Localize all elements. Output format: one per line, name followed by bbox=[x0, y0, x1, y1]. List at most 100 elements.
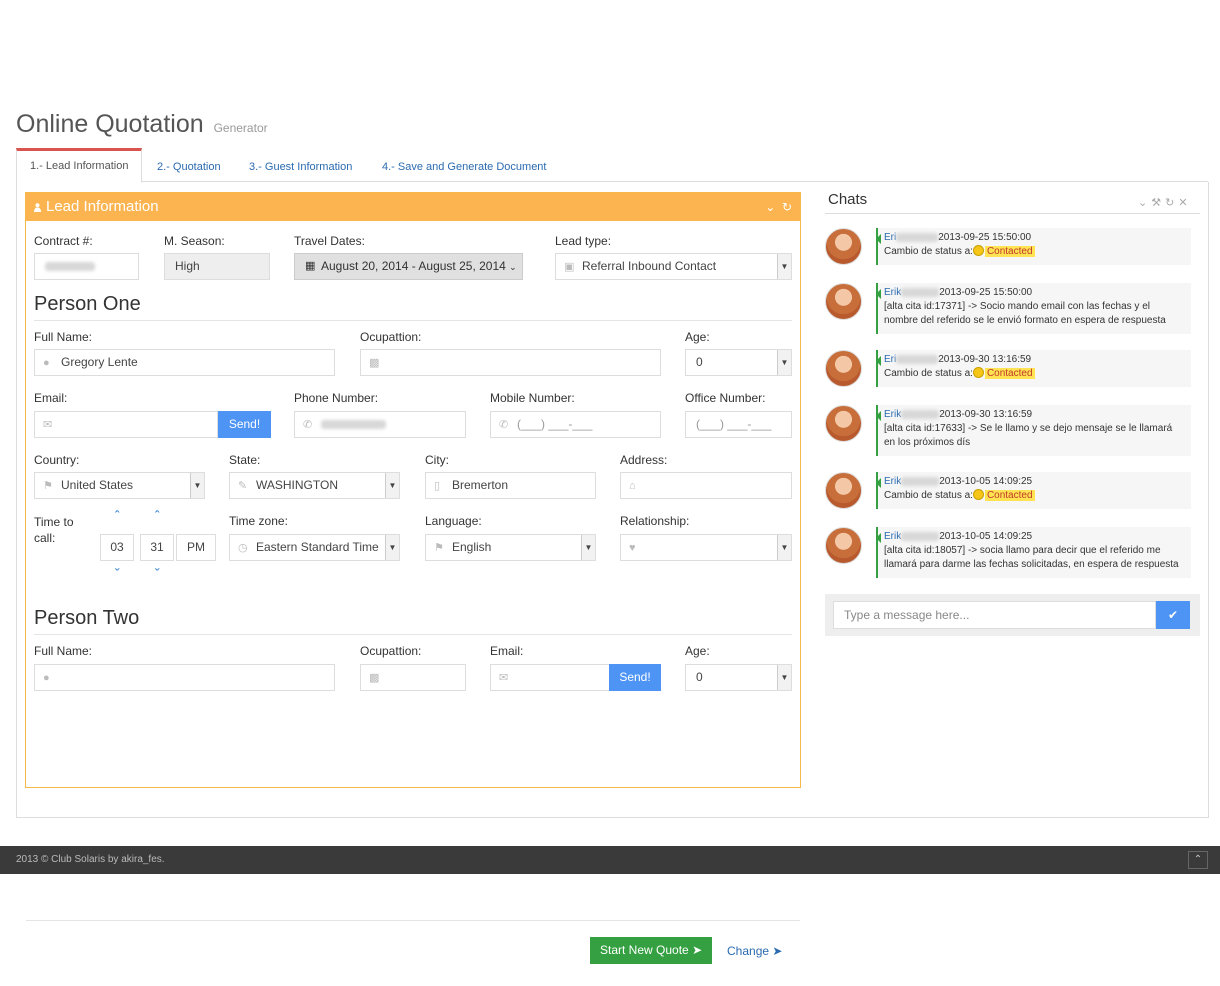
form-actions: Start New Quote ➤ Change ➤ bbox=[26, 920, 800, 964]
minute-up-icon[interactable]: ˆ bbox=[150, 509, 164, 522]
arrow-right-circle-icon: ➤ bbox=[692, 943, 703, 957]
season-field: High bbox=[164, 253, 270, 280]
scroll-top-button[interactable]: ⌃ bbox=[1188, 851, 1208, 869]
p1-time-label: Time to call: bbox=[34, 515, 74, 545]
tab-guest-information[interactable]: 3.- Guest Information bbox=[236, 148, 365, 182]
arrow-right-circle-icon: ➤ bbox=[772, 944, 783, 958]
p1-timezone-select[interactable]: ◷ Eastern Standard Time ▼ bbox=[229, 534, 400, 561]
person-one-heading: Person One bbox=[34, 293, 141, 315]
divider bbox=[34, 320, 792, 321]
send-message-button[interactable]: ✔ bbox=[1156, 601, 1190, 629]
p1-city-input[interactable]: ▯ Bremerton bbox=[425, 472, 596, 499]
dropdown-arrow-icon: ▼ bbox=[385, 535, 399, 560]
lead-type-select[interactable]: ▣ Referral Inbound Contact ▼ bbox=[555, 253, 792, 280]
dropdown-arrow-icon: ▼ bbox=[385, 473, 399, 498]
calendar-icon: ▦ bbox=[305, 260, 316, 272]
p1-mobile-label: Mobile Number: bbox=[490, 391, 575, 405]
flag-icon: ⚑ bbox=[434, 542, 444, 554]
avatar bbox=[825, 472, 862, 509]
tab-save-generate[interactable]: 4.- Save and Generate Document bbox=[369, 148, 559, 182]
p2-send-email-button[interactable]: Send! bbox=[609, 664, 661, 691]
chat-message-input[interactable]: Type a message here... bbox=[833, 601, 1156, 629]
p2-fullname-input[interactable]: ● bbox=[34, 664, 335, 691]
p1-address-label: Address: bbox=[620, 453, 668, 467]
page-subtitle: Generator bbox=[213, 121, 268, 135]
tab-lead-information[interactable]: 1.- Lead Information bbox=[16, 148, 143, 183]
briefcase-icon: ▩ bbox=[369, 357, 380, 369]
minute-input[interactable]: 31 bbox=[140, 534, 174, 561]
p2-occupation-input[interactable]: ▩ bbox=[360, 664, 466, 691]
p1-language-select[interactable]: ⚑ English ▼ bbox=[425, 534, 596, 561]
travel-dates-label: Travel Dates: bbox=[294, 234, 365, 248]
refresh-icon[interactable]: ↻ bbox=[782, 200, 792, 214]
panel-title: Lead Information bbox=[46, 198, 159, 215]
p1-office-label: Office Number: bbox=[685, 391, 766, 405]
tab-quotation[interactable]: 2.- Quotation bbox=[144, 148, 234, 182]
contract-label: Contract #: bbox=[34, 234, 93, 248]
chats-title: Chats bbox=[828, 191, 868, 208]
p2-age-select[interactable]: 0 ▼ bbox=[685, 664, 792, 691]
refresh-icon[interactable]: ↻ bbox=[1165, 197, 1178, 209]
collapse-icon[interactable]: ⌄ bbox=[1138, 197, 1151, 209]
p2-email-input[interactable]: ✉ bbox=[490, 664, 610, 691]
panel-header: Lead Information ⌄ ↻ bbox=[26, 193, 800, 221]
chat-message: Eri 2013-09-30 13:16:59 Cambio de status a… bbox=[825, 350, 1191, 390]
p1-fullname-label: Full Name: bbox=[34, 330, 93, 344]
p1-fullname-input[interactable]: ● Gregory Lente bbox=[34, 349, 335, 376]
chat-author[interactable]: Eri bbox=[884, 354, 896, 365]
change-link[interactable]: Change ➤ bbox=[727, 944, 782, 958]
hour-up-icon[interactable]: ˆ bbox=[110, 509, 124, 522]
footer-copyright: 2013 © Club Solaris by akira_fes. bbox=[16, 854, 165, 865]
p1-relationship-select[interactable]: ♥ ▼ bbox=[620, 534, 792, 561]
contract-input[interactable] bbox=[34, 253, 139, 280]
chat-message: Erik 2013-09-25 15:50:00 [alta cita id:173… bbox=[825, 283, 1191, 334]
close-icon[interactable]: ✕ bbox=[1178, 197, 1191, 209]
phone-icon: ✆ bbox=[499, 419, 509, 431]
chat-message: Eri 2013-09-25 15:50:00 Cambio de status a… bbox=[825, 228, 1191, 268]
travel-dates-picker[interactable]: ▦ August 20, 2014 - August 25, 2014 ⌄ bbox=[294, 253, 523, 280]
p1-email-label: Email: bbox=[34, 391, 68, 405]
chat-author[interactable]: Eri bbox=[884, 232, 896, 243]
avatar bbox=[825, 527, 862, 564]
p1-age-select[interactable]: 0 ▼ bbox=[685, 349, 792, 376]
p1-office-input[interactable]: (___) ___-___ bbox=[685, 411, 792, 438]
p1-language-label: Language: bbox=[425, 514, 482, 528]
avatar bbox=[825, 283, 862, 320]
p1-mobile-input[interactable]: ✆ (___) ___-___ bbox=[490, 411, 661, 438]
avatar bbox=[825, 350, 862, 387]
flag-icon: ⚑ bbox=[43, 480, 53, 492]
chat-message: Erik 2013-10-05 14:09:25 Cambio de status … bbox=[825, 472, 1191, 512]
page-title: Online Quotation Generator bbox=[16, 110, 268, 138]
hour-input[interactable]: 03 bbox=[100, 534, 134, 561]
meridian-toggle[interactable]: PM bbox=[176, 534, 216, 561]
chat-author[interactable]: Erik bbox=[884, 409, 901, 420]
envelope-icon: ✉ bbox=[499, 672, 509, 684]
start-new-quote-button[interactable]: Start New Quote ➤ bbox=[590, 937, 713, 964]
p2-email-label: Email: bbox=[490, 644, 524, 658]
collapse-icon[interactable]: ⌄ bbox=[765, 200, 775, 214]
chevron-up-icon: ⌃ bbox=[1193, 854, 1203, 865]
user-icon: ● bbox=[43, 357, 50, 369]
minute-down-icon[interactable]: ˇ bbox=[150, 567, 164, 580]
chat-author[interactable]: Erik bbox=[884, 287, 901, 298]
p1-phone-input[interactable]: ✆ bbox=[294, 411, 466, 438]
puzzle-icon: ▣ bbox=[564, 261, 575, 273]
hour-down-icon[interactable]: ˇ bbox=[110, 567, 124, 580]
season-label: M. Season: bbox=[164, 234, 225, 248]
p1-state-select[interactable]: ✎ WASHINGTON ▼ bbox=[229, 472, 400, 499]
p1-address-input[interactable]: ⌂ bbox=[620, 472, 792, 499]
lead-information-panel: Lead Information ⌄ ↻ Contract #: M. Seas… bbox=[25, 192, 801, 964]
status-badge: Contacted bbox=[984, 368, 1035, 379]
p1-country-select[interactable]: ⚑ United States ▼ bbox=[34, 472, 205, 499]
chat-author[interactable]: Erik bbox=[884, 476, 901, 487]
p1-occupation-input[interactable]: ▩ bbox=[360, 349, 661, 376]
p1-phone-label: Phone Number: bbox=[294, 391, 379, 405]
smiley-icon bbox=[972, 245, 984, 256]
dropdown-arrow-icon: ▼ bbox=[581, 535, 595, 560]
clock-icon: ◷ bbox=[238, 542, 248, 554]
p1-email-input[interactable]: ✉ bbox=[34, 411, 218, 438]
wrench-icon[interactable]: ⚒ bbox=[1151, 197, 1165, 209]
avatar bbox=[825, 405, 862, 442]
chat-author[interactable]: Erik bbox=[884, 531, 901, 542]
p1-send-email-button[interactable]: Send! bbox=[218, 411, 271, 438]
